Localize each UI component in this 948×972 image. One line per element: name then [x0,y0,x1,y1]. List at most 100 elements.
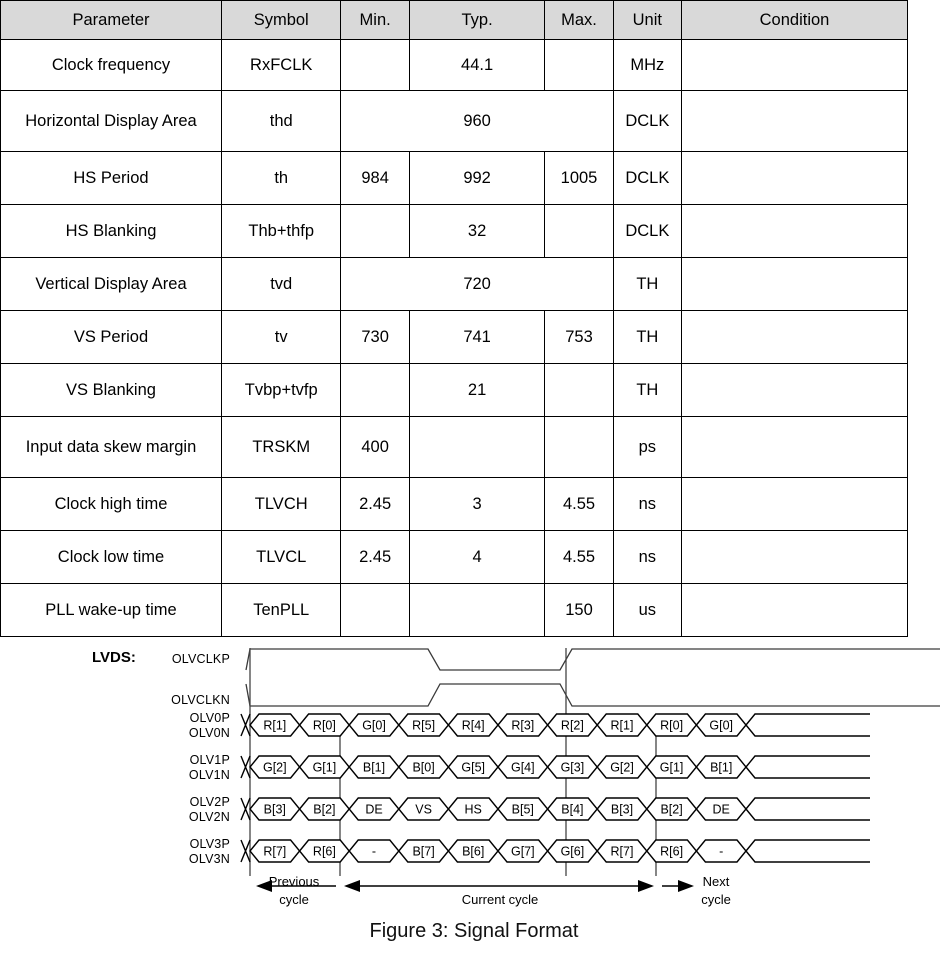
cell-condition [680,363,909,417]
cell-condition [680,204,909,258]
cell-unit: DCLK [612,90,682,152]
table-header-row: Parameter Symbol Min. Typ. Max. Unit Con… [0,0,909,40]
label-next-cycle-line1: Next [703,874,730,889]
label-next-cycle-line2: cycle [701,892,731,907]
label-current-cycle: Current cycle [462,892,539,907]
label-previous-cycle-line2: cycle [279,892,309,907]
bus-cell-label: G[5] [461,761,485,775]
cell-condition [680,257,909,311]
cell-symbol: RxFCLK [220,39,342,91]
cell-max: 4.55 [544,530,614,584]
cell-symbol: TRSKM [220,416,342,478]
bus-cell-label: VS [415,803,432,817]
signal-label-olv0p: OLV0P [190,711,230,725]
data-lane-3: OLV3POLV3N R[7] R[6] - B[7] B[6] G[7] G[6] R[7] R… [189,837,870,866]
cell-typ: 44.1 [408,39,546,91]
bus-cell-label: G[2] [610,761,634,775]
cell-unit: TH [612,363,682,417]
cell-min: 984 [340,151,410,205]
bus-cell-label: G[0] [709,719,733,733]
signal-format-figure: LVDS: OLVCLKP OLVCLKN OLV0P OLV0N R[1] R[0]… [0,608,948,972]
clock-waveform-olvclkn [245,683,940,707]
table-body: Clock frequency RxFCLK 44.1 MHz Horizontal D… [0,39,909,637]
table-row: HS Period th 984 992 1005 DCLK [0,151,909,205]
cell-condition [680,477,909,531]
bus-cell-label: B[0] [412,761,434,775]
cell-typ [408,416,546,478]
cell-min: 2.45 [340,530,410,584]
cell-max [544,204,614,258]
column-header-parameter: Parameter [0,0,222,40]
bus-crossing-lead [240,713,251,737]
cycle-annotation-arrows [256,880,694,892]
bus-cell-label: G[7] [511,845,535,859]
bus-cell-label: - [372,845,376,859]
table-row: Clock frequency RxFCLK 44.1 MHz [0,39,909,91]
timing-diagram-svg: LVDS: OLVCLKP OLVCLKN OLV0POLV0N R[1] R[0]… [92,648,940,907]
bus-cell-label: HS [465,803,482,817]
cell-unit: TH [612,257,682,311]
bus-cell-label: B[4] [561,803,583,817]
bus-cell-label: R[1] [611,719,634,733]
cell-unit: ps [612,416,682,478]
bus-cell-label: - [719,845,723,859]
cell-parameter: HS Period [0,151,222,205]
bus-cell-label: B[5] [512,803,534,817]
bus-cell-label: G[4] [511,761,535,775]
cell-min [340,39,410,91]
cell-min [340,363,410,417]
table-row: VS Period tv 730 741 753 TH [0,310,909,364]
column-header-unit: Unit [612,0,682,40]
cell-max [544,416,614,478]
cell-min [340,204,410,258]
cell-typ: 4 [408,530,546,584]
cell-max [544,39,614,91]
column-header-typ: Typ. [408,0,546,40]
lvds-group-label: LVDS: [92,649,136,666]
table-row: Vertical Display Area tvd 720 TH [0,257,909,311]
cell-unit: DCLK [612,151,682,205]
cell-max: 4.55 [544,477,614,531]
bus-cell-label: G[1] [313,761,337,775]
bus-cell-label: R[2] [561,719,584,733]
bus-cell-label: R[0] [660,719,683,733]
signal-label-olv1p: OLV1P [190,753,230,767]
bus-cell-label: B[1] [363,761,385,775]
bus-cell-label: B[3] [264,803,286,817]
cell-typ: 3 [408,477,546,531]
cell-typ: 720 [340,257,614,311]
bus-trailing-open [745,797,870,821]
cell-condition [680,151,909,205]
bus-cell-label: G[3] [561,761,585,775]
cell-parameter: Clock high time [0,477,222,531]
bus-trailing-open [745,713,870,737]
cell-max: 1005 [544,151,614,205]
bus-cell-label: B[7] [412,845,434,859]
cell-min: 730 [340,310,410,364]
bus-cell-label: B[1] [710,761,732,775]
cell-symbol: TLVCL [220,530,342,584]
table-row: VS Blanking Tvbp+tvfp 21 TH [0,363,909,417]
cell-min: 2.45 [340,477,410,531]
bus-trailing-open [745,755,870,779]
cell-symbol: TLVCH [220,477,342,531]
bus-cell-label: R[6] [313,845,336,859]
bus-cell-label: B[2] [313,803,335,817]
cell-symbol: th [220,151,342,205]
cell-unit: ns [612,477,682,531]
bus-cell-label: R[7] [611,845,634,859]
column-header-min: Min. [340,0,410,40]
cell-unit: TH [612,310,682,364]
bus-crossing-lead [240,839,251,863]
cell-parameter: Clock low time [0,530,222,584]
cell-condition [680,310,909,364]
cell-parameter: VS Period [0,310,222,364]
cell-typ: 32 [408,204,546,258]
bus-cell-label: R[1] [263,719,286,733]
bus-cell-label: R[4] [462,719,485,733]
cell-parameter: Clock frequency [0,39,222,91]
cell-symbol: Thb+thfp [220,204,342,258]
table-row: Clock low time TLVCL 2.45 4 4.55 ns [0,530,909,584]
signal-label-olv2n: OLV2N [189,810,230,824]
cell-parameter: Vertical Display Area [0,257,222,311]
